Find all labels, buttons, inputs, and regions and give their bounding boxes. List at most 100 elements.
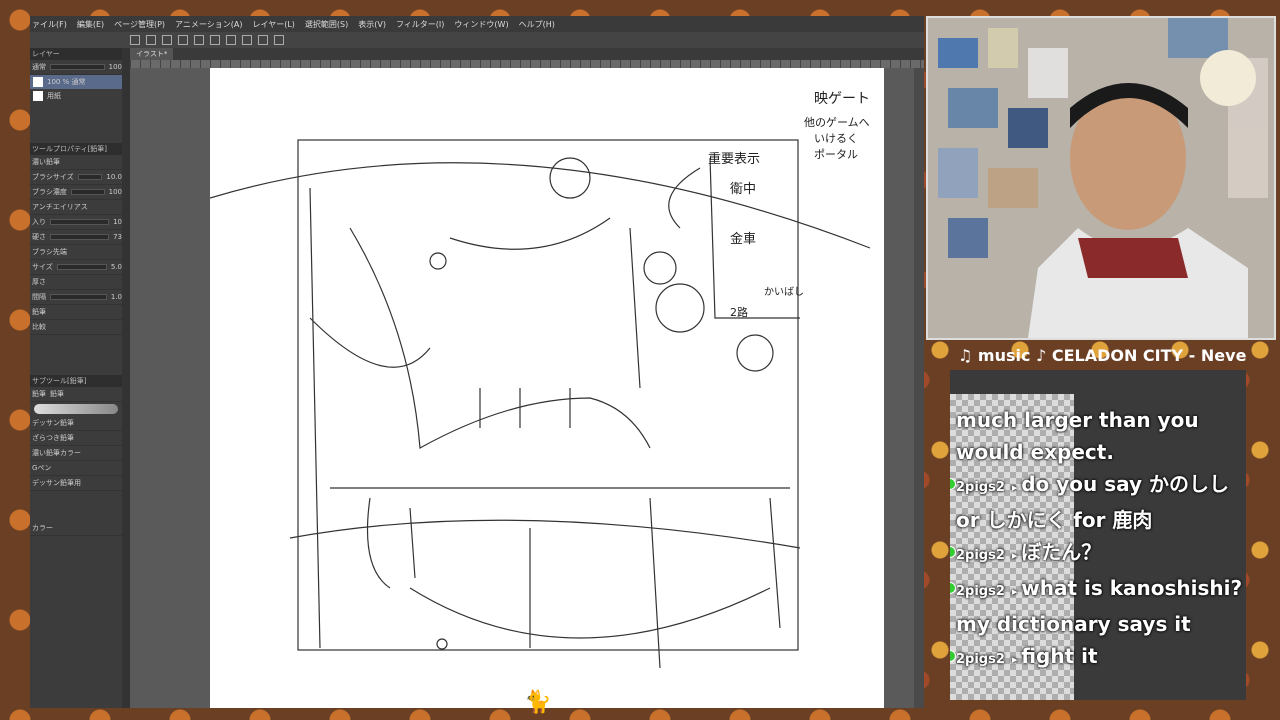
color-label[interactable]: カラー [32,523,53,533]
layer-row-1[interactable]: 100 % 通常 [30,75,122,89]
blend-mode-select[interactable]: 通常 [32,62,46,72]
new-file-icon[interactable] [130,35,140,45]
canvas-tabstrip: イラスト* [130,48,924,60]
prop-slider[interactable] [50,219,110,225]
layer-thumbnail [33,77,43,87]
left-dock: レイヤー 通常 100 100 % 通常 用紙 ツールプロパティ[鉛筆] 濃い鉛… [30,48,122,708]
sketch-note: ポータル [814,148,858,161]
prop-slider[interactable] [56,264,107,270]
menu-file[interactable]: ァイル(F) [32,19,67,30]
prop-label: ブラシ先端 [32,248,67,256]
subtool-item[interactable]: 濃い鉛筆カラー [30,446,122,461]
chat-text: much larger than you would expect. [956,408,1199,464]
prop-value: 5.0 [110,263,122,271]
prop-label: アンチエイリアス [32,203,88,211]
canvas-vertical-scrollbar[interactable] [914,68,924,708]
layer-panel-header: レイヤー [30,48,122,60]
subtool-name: Gペン [32,464,52,472]
sketch-note: かいばし [764,287,804,298]
clear-icon[interactable] [210,35,220,45]
subtool-item[interactable]: ざらつき鉛筆 [30,431,122,446]
prop-slider[interactable] [70,189,105,195]
subtool-tab[interactable]: 鉛筆 [50,389,64,399]
subtool-header: サブツール[鉛筆] [30,375,122,387]
prop-row[interactable]: アンチエイリアス [30,200,122,215]
subtool-brush-preview[interactable] [34,404,118,414]
prop-row[interactable]: 入り 10 [30,215,122,230]
prop-row[interactable]: 硬さ 73 [30,230,122,245]
blend-mode-row[interactable]: 通常 100 [30,60,122,75]
menu-filter[interactable]: フィルター(I) [396,19,444,30]
menu-bar: ァイル(F) 編集(E) ページ管理(P) アニメーション(A) レイヤー(L)… [30,16,924,32]
prop-slider[interactable] [50,234,110,240]
chat-message: 2pigs2 ▸ do you say かのしし or しかにく for 鹿肉 [950,468,1244,536]
subtool-item[interactable]: デッサン鉛筆用 [30,476,122,491]
prop-label: 厚さ [32,278,46,286]
menu-selection[interactable]: 選択範囲(S) [305,19,348,30]
prop-label: 硬さ [32,233,46,241]
save-icon[interactable] [162,35,172,45]
sketch-note: 衛中 [730,182,757,197]
mode-row[interactable]: 比較 [30,320,122,335]
menu-edit[interactable]: 編集(E) [77,19,104,30]
prop-slider[interactable] [77,174,103,180]
opacity-slider[interactable] [50,64,105,70]
canvas-tab[interactable]: イラスト* [130,48,174,60]
open-file-icon[interactable] [146,35,156,45]
prop-label: 入り [32,218,46,226]
ruler-icon[interactable] [258,35,268,45]
subtool-name: デッサン鉛筆 [32,419,74,427]
redo-icon[interactable] [194,35,204,45]
menu-page[interactable]: ページ管理(P) [114,19,165,30]
subtool-tab[interactable]: 鉛筆 [32,389,46,399]
transform-icon[interactable] [226,35,236,45]
canvas-paper[interactable]: 映ゲート 他のゲームへ いけるく ポータル 重要表示 衛中 金車 かいばし 2路 [209,68,884,708]
webcam-feed [926,16,1276,340]
opacity-value: 100 [108,63,122,71]
cat-pet-icon: 🐈 [524,690,552,715]
layer-row-paper[interactable]: 用紙 [30,89,122,103]
menu-view[interactable]: 表示(V) [358,19,386,30]
dock-divider[interactable] [122,48,130,708]
subtool-item[interactable]: Gペン [30,461,122,476]
layer-thumbnail [33,91,43,101]
subtool-tabs: 鉛筆 鉛筆 [30,387,122,402]
brush-name-row: 濃い鉛筆 [30,155,122,170]
prop-label: ブラシサイズ [32,173,74,181]
menu-window[interactable]: ウィンドウ(W) [454,19,508,30]
menu-animation[interactable]: アニメーション(A) [175,19,242,30]
mode-label[interactable]: 比較 [32,322,46,332]
prop-row[interactable]: ブラシサイズ 10.0 [30,170,122,185]
undo-icon[interactable] [178,35,188,45]
crop-icon[interactable] [242,35,252,45]
chat-message: much larger than you would expect. [956,404,1244,468]
menu-layer[interactable]: レイヤー(L) [252,19,294,30]
prop-slider[interactable] [50,294,107,300]
prop-value: 10.0 [106,173,122,181]
clip-studio-window: ァイル(F) 編集(E) ページ管理(P) アニメーション(A) レイヤー(L)… [30,16,924,708]
chat-message: 2pigs2 ▸ ぼたん？ [950,536,1244,572]
canvas-area[interactable]: イラスト* 映ゲート 他のゲームへ いけるく ポータル 重要表示 衛中 金車 か… [130,48,924,708]
prop-value: 100 [108,188,122,196]
prop-row[interactable]: 厚さ [30,275,122,290]
snap-icon[interactable] [274,35,284,45]
prop-row[interactable]: ブラシ先端 [30,245,122,260]
subtool-item[interactable]: デッサン鉛筆 [30,416,122,431]
color-set-row[interactable]: カラー [30,521,122,536]
now-playing-text: ♫ music ♪ CELADON CITY - Neve [958,346,1247,365]
chat-username: 2pigs2 [956,548,1005,563]
chat-text: ぼたん？ [1021,540,1102,564]
brush-name: 濃い鉛筆 [32,158,60,166]
prop-row[interactable]: ブラシ濃度 100 [30,185,122,200]
chat-message: 2pigs2 ▸ fight it [950,640,1244,676]
menu-help[interactable]: ヘルプ(H) [519,19,555,30]
sketch-note: 映ゲート [814,91,870,107]
prop-row[interactable]: サイズ 5.0 [30,260,122,275]
prop-row[interactable]: 間隔 1.0 [30,290,122,305]
prop-value: 1.0 [110,293,122,301]
sketch-note: 金車 [730,232,757,247]
prop-value: 73 [113,233,122,241]
chat-separator-icon: ▸ [1011,481,1022,494]
subtool-name: デッサン鉛筆用 [32,479,81,487]
stabilize-row[interactable]: 鉛筆 [30,305,122,320]
